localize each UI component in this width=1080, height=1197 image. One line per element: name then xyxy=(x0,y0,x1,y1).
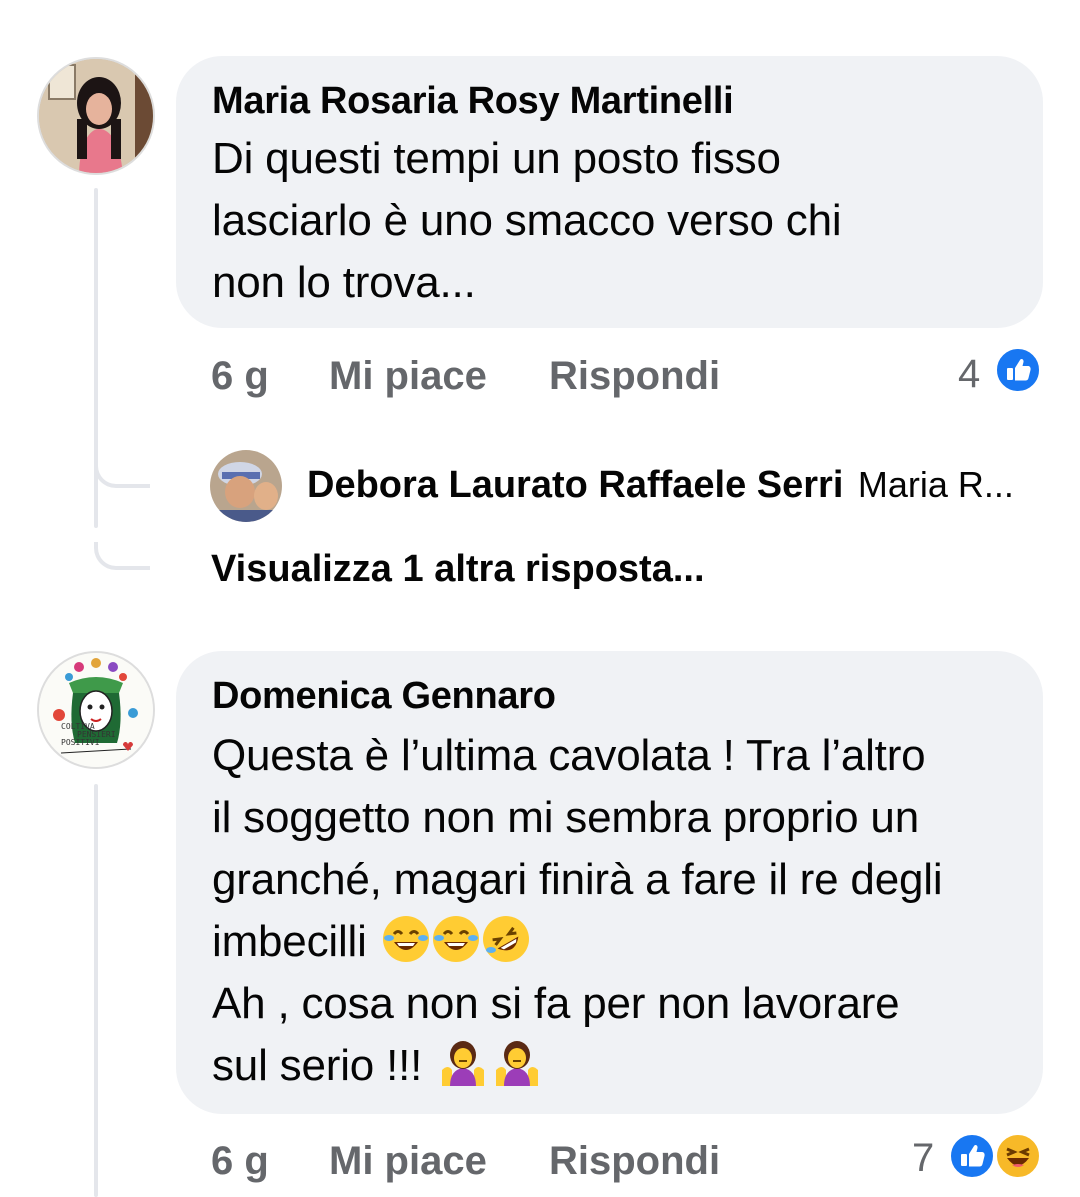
comment-bubble: Maria Rosaria Rosy Martinelli Di questi … xyxy=(176,56,1043,328)
comment-author[interactable]: Maria Rosaria Rosy Martinelli xyxy=(212,78,734,124)
comment-line: granché, magari finirà a fare il re degl… xyxy=(212,855,943,904)
avatar[interactable] xyxy=(37,57,155,175)
profile-photo xyxy=(39,59,153,173)
reply-preview[interactable]: Debora Laurato Raffaele Serri Maria R... xyxy=(307,464,1014,507)
comment-line: Di questi tempi un posto fisso xyxy=(212,134,781,183)
avatar[interactable]: COLTIVA PENSIERI POSITIVI xyxy=(37,651,155,769)
thread-line xyxy=(94,784,98,1197)
tears-of-joy-emoji-icon xyxy=(382,916,429,962)
comment-line: Questa è l’ultima cavolata ! Tra l’altro xyxy=(212,731,926,780)
profile-photo xyxy=(210,450,282,522)
comment-timestamp[interactable]: 6 g xyxy=(211,352,269,400)
comment-line: imbecilli xyxy=(212,911,942,973)
view-more-replies[interactable]: Visualizza 1 altra risposta... xyxy=(211,548,705,591)
comment-line: non lo trova... xyxy=(212,258,476,307)
comment-timestamp[interactable]: 6 g xyxy=(211,1137,269,1185)
reaction-count[interactable]: 7 xyxy=(912,1134,934,1182)
comment-author[interactable]: Domenica Gennaro xyxy=(212,673,556,719)
comment-line: lasciarlo è uno smacco verso chi xyxy=(212,196,842,245)
reaction-count[interactable]: 4 xyxy=(958,350,980,398)
avatar-caption: COLTIVA PENSIERI POSITIVI xyxy=(61,722,116,747)
comment-line: sul serio !!! xyxy=(212,1035,942,1097)
like-button[interactable]: Mi piace xyxy=(329,1137,487,1185)
thread-branch-more xyxy=(94,542,150,570)
thread-branch-reply xyxy=(94,460,150,488)
comment-text: Di questi tempi un posto fisso lasciarlo… xyxy=(212,128,842,314)
shrug-emoji-icon xyxy=(438,1040,488,1086)
like-icon[interactable] xyxy=(994,346,1042,394)
reply-button[interactable]: Rispondi xyxy=(549,1137,720,1185)
profile-artwork xyxy=(39,653,153,767)
comment-bubble: Domenica Gennaro Questa è l’ultima cavol… xyxy=(176,651,1043,1114)
comment-line: il soggetto non mi sembra proprio un xyxy=(212,793,919,842)
reply-author[interactable]: Debora Laurato Raffaele Serri xyxy=(307,464,843,506)
haha-icon[interactable] xyxy=(994,1132,1042,1180)
reply-snippet: Maria R... xyxy=(857,464,1014,505)
rolling-laughing-emoji-icon xyxy=(482,916,529,962)
shrug-emoji-icon xyxy=(492,1040,542,1086)
comment-line: Ah , cosa non si fa per non lavorare xyxy=(212,979,900,1028)
like-button[interactable]: Mi piace xyxy=(329,352,487,400)
comment-text: Questa è l’ultima cavolata ! Tra l’altro… xyxy=(212,725,943,1097)
tears-of-joy-emoji-icon xyxy=(432,916,479,962)
reply-button[interactable]: Rispondi xyxy=(549,352,720,400)
reply-avatar[interactable] xyxy=(210,450,282,522)
like-icon[interactable] xyxy=(948,1132,996,1180)
